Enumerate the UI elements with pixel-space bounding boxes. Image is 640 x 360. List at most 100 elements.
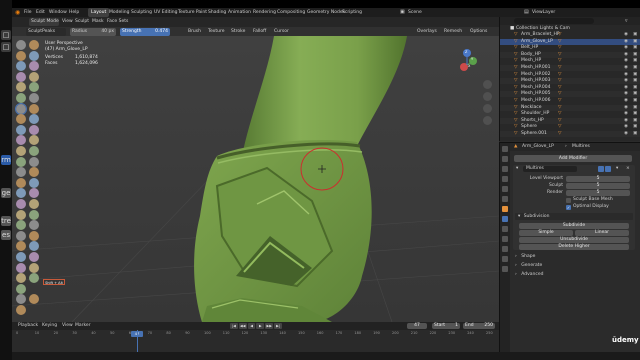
outliner-row[interactable]: ▽ Shorts_HP ▽ ◉ ▣ (500, 117, 640, 124)
radius-field[interactable]: Radius 40 px (70, 28, 116, 36)
sculpt-brush-tool-icon[interactable] (29, 103, 39, 114)
add-modifier-button[interactable]: Add Modifier (514, 155, 632, 162)
sculpt-brush-tool-icon[interactable] (16, 82, 26, 93)
sculpt-brush-tool-icon[interactable] (29, 93, 39, 103)
render-camera-icon[interactable]: ▣ (633, 65, 637, 71)
render-camera-icon[interactable]: ▣ (633, 58, 637, 64)
render-camera-icon[interactable]: ▣ (633, 98, 637, 104)
pan-icon[interactable] (483, 92, 492, 101)
remesh-dropdown[interactable]: Remesh (444, 27, 462, 36)
sculpt-brush-tool-icon[interactable] (16, 230, 26, 241)
overlays-dropdown[interactable]: Overlays (417, 27, 437, 36)
render-tab-icon[interactable] (502, 156, 508, 162)
prev-key-icon[interactable]: ◀◀ (238, 323, 247, 329)
render-camera-icon[interactable]: ▣ (633, 78, 637, 84)
menu-help[interactable]: Help (69, 8, 79, 17)
sculpt-brush-tool-icon[interactable] (16, 241, 26, 252)
object-tab-icon[interactable] (502, 206, 508, 212)
play-icon[interactable]: ▶ (256, 323, 265, 329)
sculpt-brush-tool-icon[interactable] (16, 156, 26, 167)
modifier-name-field[interactable]: Multires (523, 166, 577, 172)
visibility-eye-icon[interactable]: ◉ (624, 58, 628, 64)
visibility-eye-icon[interactable]: ◉ (624, 65, 628, 71)
play-reverse-icon[interactable]: ◀ (247, 323, 256, 329)
visibility-eye-icon[interactable]: ◉ (624, 124, 628, 130)
outliner-row[interactable]: ▽ Necklace ▽ ◉ ▣ (500, 104, 640, 111)
sculpt-brush-tool-icon[interactable] (29, 114, 39, 125)
outliner-row[interactable]: ▽ Mesh_HP.003 ▽ ◉ ▣ (500, 78, 640, 85)
outliner-row[interactable]: ▽ Mesh_HP.001 ▽ ◉ ▣ (500, 65, 640, 71)
visibility-eye-icon[interactable]: ◉ (624, 85, 628, 91)
linear-button[interactable]: Linear (575, 230, 629, 236)
dropdown-cursor[interactable]: Cursor (274, 27, 289, 36)
sculpt-brush-tool-icon[interactable] (29, 199, 39, 209)
menu-sculpt[interactable]: Sculpt (75, 18, 89, 26)
generate-subpanel[interactable]: › Generate (515, 262, 633, 269)
filter-icon[interactable]: ▿ (625, 17, 628, 25)
outliner-row[interactable]: ▽ Arm_Bracelet_HP ▽ ◉ ▣ (500, 32, 640, 38)
outliner-row[interactable]: ▽ Shoulder_HP ▽ ◉ ▣ (500, 111, 640, 117)
tool-tab-icon[interactable] (502, 146, 508, 152)
render-camera-icon[interactable]: ▣ (633, 39, 637, 45)
dropdown-stroke[interactable]: Stroke (231, 27, 245, 36)
outliner-row[interactable]: ▽ Mesh_HP.006 ▽ ◉ ▣ (500, 98, 640, 104)
outliner-row[interactable]: ▽ Sphere ▽ ◉ ▣ (500, 124, 640, 130)
subdivision-subpanel-header[interactable]: ▾ Subdivision (515, 213, 633, 220)
visibility-eye-icon[interactable]: ◉ (624, 91, 628, 97)
sculpt-brush-tool-icon[interactable] (16, 199, 26, 209)
visibility-eye-icon[interactable]: ◉ (624, 131, 628, 137)
sculpt-brush-tool-icon[interactable] (29, 156, 39, 167)
sculpt-brush-tool-icon[interactable] (29, 177, 39, 188)
render-camera-icon[interactable]: ▣ (633, 118, 637, 124)
sculpt-brush-tool-icon[interactable] (15, 102, 27, 115)
sculpt-brush-tool-icon[interactable] (16, 146, 26, 156)
sculpt-brush-tool-icon[interactable] (29, 241, 39, 252)
sculpt-brush-tool-icon[interactable] (29, 135, 39, 146)
sculpt-brush-tool-icon[interactable] (16, 220, 26, 231)
next-key-icon[interactable]: ▶▶ (265, 323, 274, 329)
render-camera-icon[interactable]: ▣ (633, 72, 637, 78)
sculpt-brush-tool-icon[interactable] (29, 294, 39, 305)
sculpt-brush-tool-icon[interactable] (16, 114, 26, 125)
sculpt-brush-tool-icon[interactable] (16, 305, 26, 315)
visibility-eye-icon[interactable]: ◉ (624, 118, 628, 124)
menu-face-sets[interactable]: Face Sets (107, 18, 128, 26)
visibility-eye-icon[interactable]: ◉ (624, 45, 628, 51)
sculpt-brush-tool-icon[interactable] (16, 262, 26, 273)
particles-tab-icon[interactable] (502, 226, 508, 232)
visibility-eye-icon[interactable]: ◉ (624, 52, 628, 58)
sculpt-brush-tool-icon[interactable] (29, 61, 39, 72)
end-frame-field[interactable]: End 250 (463, 323, 495, 329)
mode-dropdown[interactable]: Sculpt Mode (29, 18, 59, 26)
sculpt-brush-tool-icon[interactable] (29, 209, 39, 220)
outliner-row[interactable]: ▽ Belt_HP ▽ ◉ ▣ (500, 45, 640, 51)
menu-mask[interactable]: Mask (92, 18, 104, 26)
sculpt-brush-tool-icon[interactable] (29, 124, 39, 135)
strength-field[interactable]: Strength 0.474 (120, 28, 170, 36)
visibility-eye-icon[interactable]: ◉ (624, 72, 628, 78)
level-viewport-field[interactable]: 5 (566, 176, 630, 182)
render-camera-icon[interactable]: ▣ (633, 111, 637, 117)
sculpt-brush-tool-icon[interactable] (29, 146, 39, 156)
dropdown-falloff[interactable]: Falloff (253, 27, 266, 36)
outliner-row[interactable]: ▽ Mesh_HP.004 ▽ ◉ ▣ (500, 85, 640, 91)
blender-logo-icon[interactable]: ◉ (15, 8, 20, 17)
sculpt-brush-tool-icon[interactable] (16, 177, 26, 188)
sculpt-brush-tool-icon[interactable] (16, 40, 26, 50)
sculpt-brush-tool-icon[interactable] (29, 71, 39, 82)
menu-keying[interactable]: Keying (42, 322, 57, 330)
grid-icon[interactable] (483, 116, 492, 125)
sculpt-brush-tool-icon[interactable] (29, 167, 39, 178)
view-layer-tab-icon[interactable] (502, 176, 508, 182)
menu-marker[interactable]: Marker (75, 322, 91, 330)
sculpt-brush-tool-icon[interactable] (16, 135, 26, 146)
modifier-tab-icon[interactable] (502, 216, 508, 222)
data-tab-icon[interactable] (502, 256, 508, 262)
sculpt-brush-tool-icon[interactable] (29, 220, 39, 231)
sculpt-brush-tool-icon[interactable] (16, 167, 26, 178)
constraints-tab-icon[interactable] (502, 246, 508, 252)
visibility-eye-icon[interactable]: ◉ (624, 98, 628, 104)
render-camera-icon[interactable]: ▣ (633, 105, 637, 111)
render-level-field[interactable]: 5 (566, 190, 630, 196)
render-camera-icon[interactable]: ▣ (633, 124, 637, 130)
